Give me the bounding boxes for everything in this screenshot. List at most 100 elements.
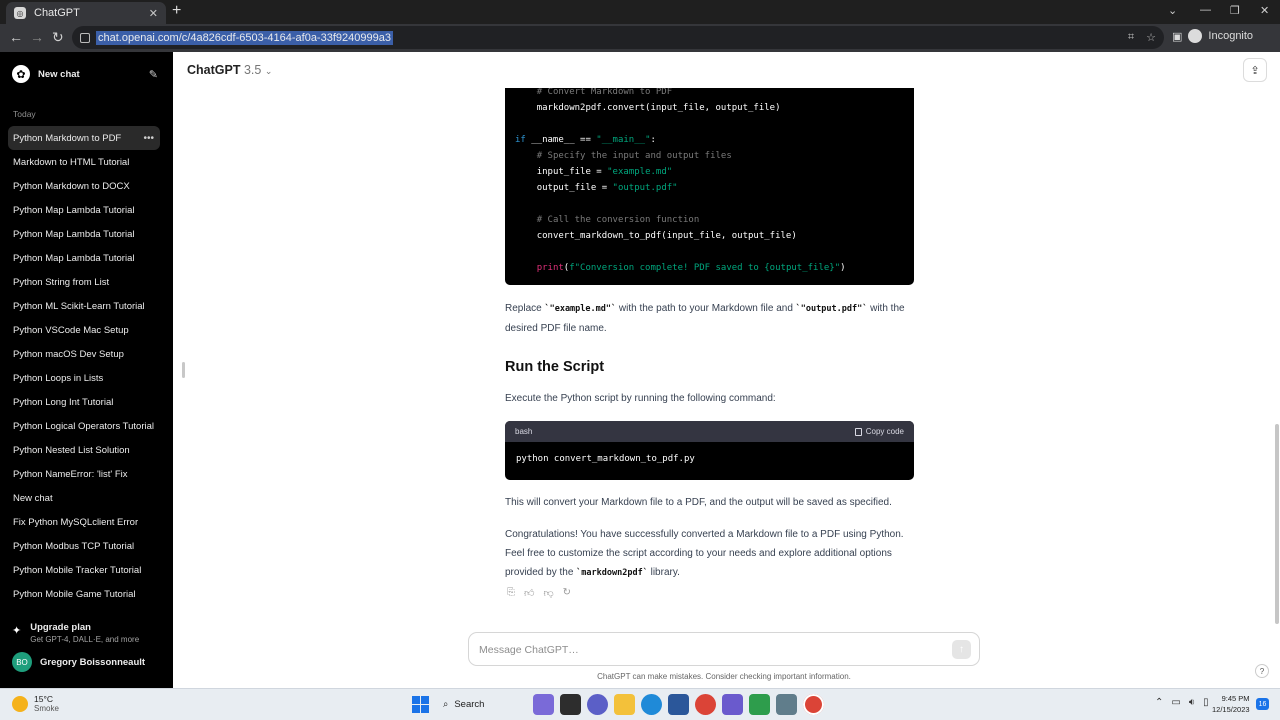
history-item[interactable]: Python macOS Dev Setup bbox=[8, 342, 160, 366]
code-lines: # Convert Markdown to PDF markdown2pdf.c… bbox=[505, 88, 914, 276]
code-token: # Call the conversion function bbox=[536, 215, 700, 225]
history-item-label: New chat bbox=[13, 492, 53, 504]
copy-icon[interactable]: ⎘ bbox=[507, 587, 515, 599]
regenerate-icon[interactable]: ↻ bbox=[563, 587, 571, 599]
notification-badge[interactable]: 16 bbox=[1256, 698, 1269, 710]
site-info-icon[interactable] bbox=[80, 32, 90, 43]
history-item-label: Python String from List bbox=[13, 276, 110, 288]
history-item[interactable]: Python Map Lambda Tutorial bbox=[8, 198, 160, 222]
widgets-icon[interactable] bbox=[533, 694, 554, 715]
history-item[interactable]: Markdown to HTML Tutorial bbox=[8, 150, 160, 174]
history-item-label: Python macOS Dev Setup bbox=[13, 348, 124, 360]
bookmark-star-icon[interactable]: ☆ bbox=[1146, 31, 1156, 44]
history-item[interactable]: Python ML Scikit-Learn Tutorial bbox=[8, 294, 160, 318]
history-item[interactable]: Python NameError: 'list' Fix bbox=[8, 462, 160, 486]
code-line: convert_markdown_to_pdf(input_file, outp… bbox=[515, 228, 914, 244]
edge-icon[interactable] bbox=[641, 694, 662, 715]
history-item[interactable]: Python Markdown to PDF ••• bbox=[8, 126, 160, 150]
taskbar-search[interactable]: ⌕ Search bbox=[437, 694, 527, 715]
forward-icon[interactable]: → bbox=[30, 30, 44, 44]
code-line: print(f"Conversion complete! PDF saved t… bbox=[515, 260, 914, 276]
app-tool-icon[interactable] bbox=[749, 694, 770, 715]
clock-time: 9:45 PM bbox=[1221, 694, 1250, 703]
history-item[interactable]: Python VSCode Mac Setup bbox=[8, 318, 160, 342]
send-button[interactable]: ↑ bbox=[952, 640, 971, 659]
more-options-icon[interactable]: ••• bbox=[143, 133, 154, 144]
app-vpn-icon[interactable] bbox=[722, 694, 743, 715]
back-icon[interactable]: ← bbox=[9, 30, 23, 44]
browser-tab[interactable]: ◎ ChatGPT ✕ bbox=[6, 2, 166, 24]
model-version: 3.5 bbox=[243, 63, 262, 77]
code-line: output_file = "output.pdf" bbox=[515, 180, 914, 196]
network-icon[interactable]: ▭ bbox=[1171, 697, 1180, 708]
reload-icon[interactable]: ↻ bbox=[52, 30, 64, 44]
chat-history-list: Python Markdown to PDF ••• Markdown to HT… bbox=[8, 126, 160, 606]
clock[interactable]: 9:45 PM 12/15/2023 bbox=[1212, 693, 1250, 715]
store-icon[interactable] bbox=[668, 694, 689, 715]
weather-desc: Smoke bbox=[34, 704, 59, 713]
thumbs-down-icon[interactable]: 👎︎ bbox=[543, 587, 553, 599]
history-item[interactable]: Python String from List bbox=[8, 270, 160, 294]
start-button[interactable] bbox=[410, 694, 431, 715]
history-item[interactable]: Python Long Int Tutorial bbox=[8, 390, 160, 414]
upgrade-plan-button[interactable]: ✦ Upgrade plan Get GPT-4, DALL·E, and mo… bbox=[12, 622, 139, 644]
close-window-icon[interactable]: ✕ bbox=[1260, 4, 1269, 17]
history-item[interactable]: Python Map Lambda Tutorial bbox=[8, 222, 160, 246]
message-input[interactable] bbox=[479, 640, 919, 660]
share-icon: ⇪ bbox=[1250, 64, 1260, 77]
restore-icon[interactable]: ❐ bbox=[1230, 4, 1240, 17]
tab-close-icon[interactable]: ✕ bbox=[149, 7, 158, 20]
minimize-icon[interactable]: — bbox=[1200, 4, 1211, 16]
edit-icon[interactable]: ✎ bbox=[149, 68, 158, 81]
teams-chat-icon[interactable] bbox=[587, 694, 608, 715]
message-actions: ⎘ 👍︎ 👎︎ ↻ bbox=[507, 587, 571, 599]
new-chat-button[interactable]: ✿ New chat ✎ bbox=[8, 62, 158, 86]
history-item[interactable]: Python Nested List Solution bbox=[8, 438, 160, 462]
browser-tab-strip: ◎ ChatGPT ✕ + ⌄ — ❐ ✕ bbox=[0, 0, 1280, 24]
main-content: ChatGPT 3.5 ⌄ ⇪ # Convert Markdown to PD… bbox=[173, 52, 1280, 688]
weather-widget[interactable]: 15°C Smoke bbox=[12, 694, 59, 713]
share-button[interactable]: ⇪ bbox=[1243, 58, 1267, 82]
model-selector[interactable]: ChatGPT 3.5 ⌄ bbox=[187, 63, 272, 77]
app-settings-icon[interactable] bbox=[776, 694, 797, 715]
history-item[interactable]: Fix Python MySQLclient Error bbox=[8, 510, 160, 534]
side-panel-icon[interactable]: ▣ bbox=[1172, 30, 1182, 43]
section-heading: Run the Script bbox=[505, 359, 605, 375]
history-item[interactable]: Python Markdown to DOCX bbox=[8, 174, 160, 198]
history-item[interactable]: Python Loops in Lists bbox=[8, 366, 160, 390]
chrome-icon[interactable] bbox=[695, 694, 716, 715]
inline-code: `"example.md"` bbox=[544, 304, 617, 314]
code-token: # Convert Markdown to PDF bbox=[536, 88, 673, 97]
system-tray: ⌃ ▭ 🔉︎ ▯ bbox=[1155, 697, 1209, 708]
history-item[interactable]: Python Modbus TCP Tutorial bbox=[8, 534, 160, 558]
battery-icon[interactable]: ▯ bbox=[1203, 697, 1209, 708]
incognito-label[interactable]: Incognito bbox=[1208, 30, 1253, 42]
task-view-icon[interactable] bbox=[560, 694, 581, 715]
code-token: # Specify the input and output files bbox=[536, 151, 732, 161]
chrome-active-icon[interactable] bbox=[803, 694, 824, 715]
scrollbar[interactable] bbox=[1275, 424, 1279, 624]
history-item[interactable]: Python Map Lambda Tutorial bbox=[8, 246, 160, 270]
history-item[interactable]: New chat bbox=[8, 486, 160, 510]
replace-paragraph: Replace `"example.md"` with the path to … bbox=[505, 299, 915, 338]
user-menu-button[interactable]: BO Gregory Boissonneault bbox=[12, 652, 145, 672]
thumbs-up-icon[interactable]: 👍︎ bbox=[524, 587, 534, 599]
qr-code-icon[interactable]: ⌗ bbox=[1128, 31, 1134, 44]
history-item[interactable]: Python Logical Operators Tutorial bbox=[8, 414, 160, 438]
chatgpt-favicon-icon: ◎ bbox=[14, 7, 26, 19]
help-button[interactable]: ? bbox=[1255, 664, 1269, 678]
chevron-up-icon[interactable]: ⌃ bbox=[1155, 697, 1163, 708]
history-item[interactable]: Python Mobile Tracker Tutorial bbox=[8, 558, 160, 582]
new-tab-button[interactable]: + bbox=[172, 3, 181, 19]
file-explorer-icon[interactable] bbox=[614, 694, 635, 715]
address-bar[interactable]: chat.openai.com/c/4a826cdf-6503-4164-af0… bbox=[72, 26, 1164, 49]
address-url[interactable]: chat.openai.com/c/4a826cdf-6503-4164-af0… bbox=[96, 30, 393, 45]
copy-code-button[interactable]: Copy code bbox=[854, 427, 904, 436]
sidebar-toggle-handle[interactable] bbox=[182, 362, 185, 378]
volume-icon[interactable]: 🔉︎ bbox=[1189, 697, 1195, 708]
history-item[interactable]: Python Mobile Game Tutorial bbox=[8, 582, 160, 606]
tab-search-icon[interactable]: ⌄ bbox=[1168, 4, 1177, 17]
